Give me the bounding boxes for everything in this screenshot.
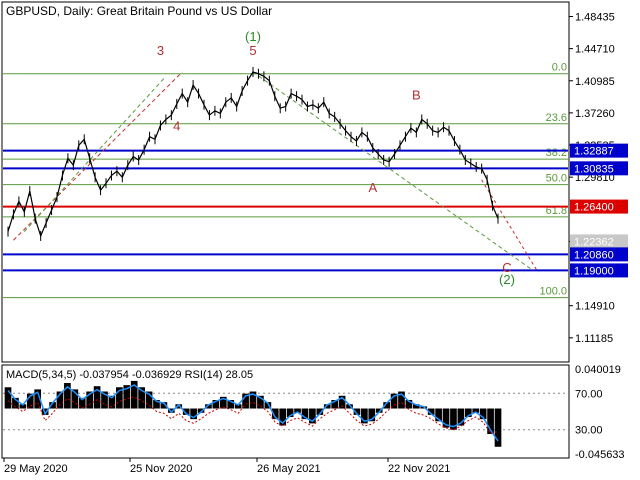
chart-container: 0.0 23.6 38.2 50.0 61.8 100.0 3 4 5 (1) A B C (2) 1.… [0,0,640,480]
indicator-tick-label: 70.00 [575,388,603,400]
wave-label: A [368,180,377,195]
chart-svg: 0.023.638.250.061.8100.0 345(1)ABC(2) 1.… [1,1,628,475]
price-label-text: 1.22362 [574,236,614,248]
macd-bar [494,408,502,447]
y-tick-label: 1.40985 [575,76,615,88]
rsi-label: RSI(14) [185,369,223,381]
indicator-tick-label: -0.045633 [575,449,625,461]
x-tick-label: 22 Nov 2021 [388,463,450,475]
macd-bar [4,387,12,409]
wave-label: 5 [249,43,256,58]
y-tick-label: 1.37260 [575,108,615,120]
macd-label: MACD(5,34,5) [6,369,76,381]
wave-label: B [412,88,421,103]
x-tick-label: 25 Nov 2020 [130,463,192,475]
y-tick-label: 1.48435 [575,12,615,24]
price-label-text: 1.20860 [574,249,614,261]
fib-level-label: 0.0 [552,62,567,74]
indicator-title: MACD(5,34,5) -0.037954 -0.036929 RSI(14)… [6,369,253,381]
indicator-tick-label: 30.00 [575,425,603,437]
price-label-text: 1.26400 [574,202,614,214]
wave-label: (2) [499,272,515,287]
fib-level-label: 23.6 [546,112,567,124]
wave-label: 3 [157,43,164,58]
x-tick-label: 26 May 2021 [257,463,321,475]
description-label: Great Britain Pound vs US Dollar [97,4,272,18]
rsi-value: 28.05 [226,369,254,381]
wave-label: (1) [245,29,261,44]
wave-label: 4 [173,119,180,134]
price-label-text: 1.19000 [574,265,614,277]
main-plot-frame [1,1,570,363]
price-label-text: 1.30835 [574,163,614,175]
x-tick-label: 29 May 2020 [4,463,68,475]
indicator-tick-label: 0.040019 [575,364,621,376]
y-tick-label: 1.11185 [575,333,613,345]
chart-title: GBPUSD, Daily: Great Britain Pound vs US… [6,4,272,18]
fib-level-label: 50.0 [546,173,567,185]
fib-level-label: 38.2 [546,147,567,159]
y-tick-label: 1.14910 [575,301,615,313]
y-tick-label: 1.44710 [575,44,615,56]
timeframe-label: Daily [63,4,90,18]
symbol-label: GBPUSD [6,4,57,18]
macd-values: -0.037954 -0.036929 [79,369,181,381]
price-label-text: 1.32887 [574,146,614,158]
fib-level-label: 100.0 [539,286,567,298]
